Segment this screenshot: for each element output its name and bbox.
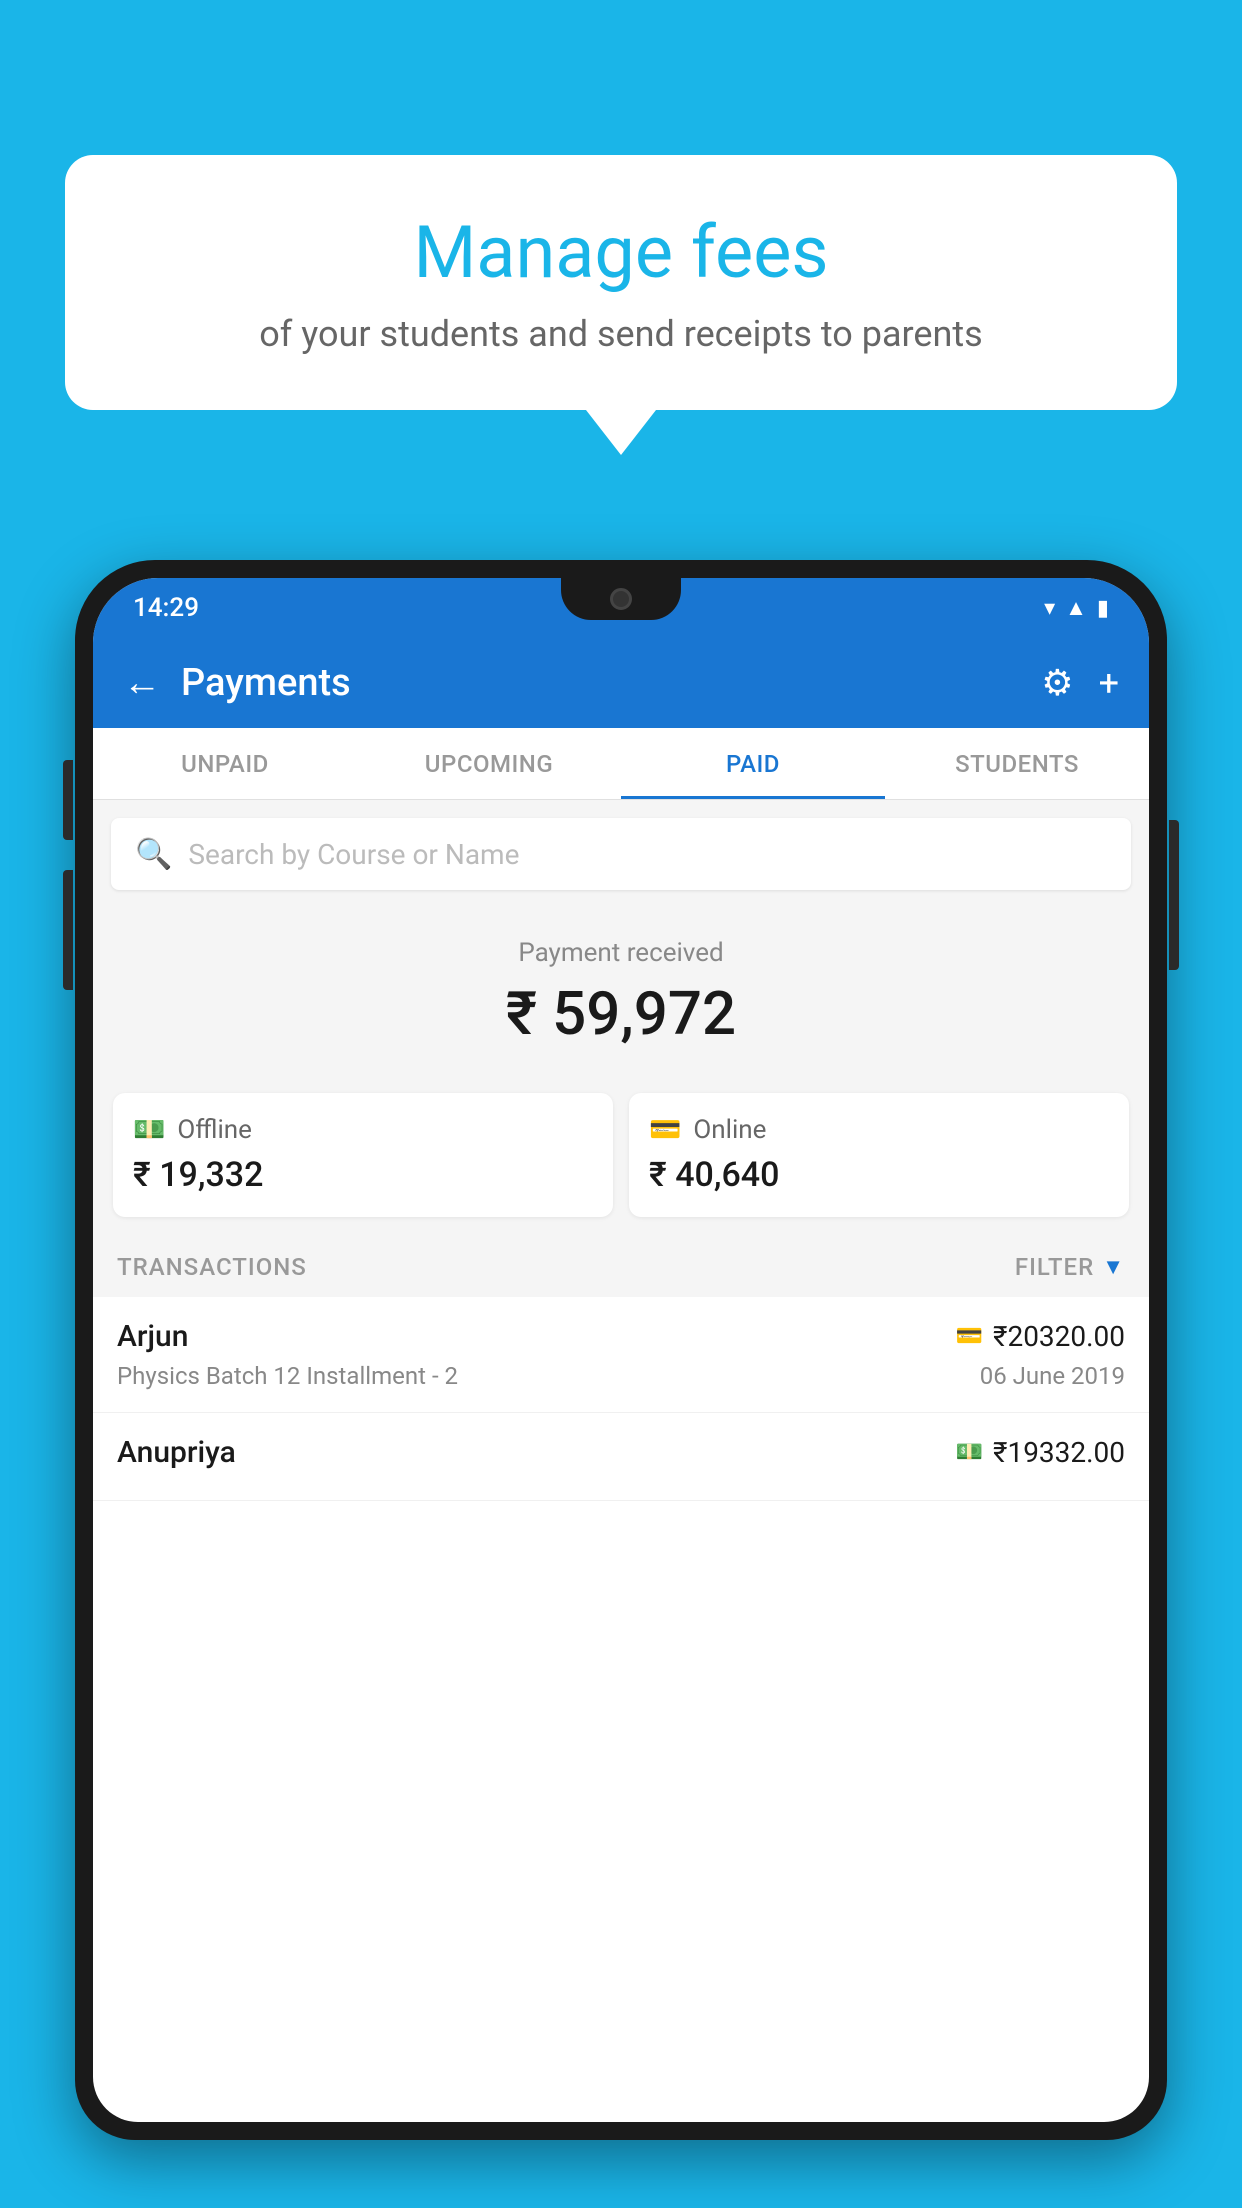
content-area: 🔍 Search by Course or Name Payment recei… — [93, 800, 1149, 1501]
phone-outer: 14:29 ▾ ▲ ▮ ← Payments ⚙ + UNPAID — [75, 560, 1167, 2140]
filter-icon: ▼ — [1102, 1254, 1125, 1280]
transaction-amount-row-1: 💳 ₹20320.00 — [956, 1320, 1125, 1353]
transactions-header: TRANSACTIONS FILTER ▼ — [93, 1237, 1149, 1297]
add-icon[interactable]: + — [1099, 662, 1119, 704]
status-icons: ▾ ▲ ▮ — [1044, 595, 1109, 621]
transaction-item-arjun[interactable]: Arjun 💳 ₹20320.00 Physics Batch 12 Insta… — [93, 1297, 1149, 1413]
nav-icons: ⚙ + — [1041, 662, 1119, 704]
offline-card: 💵 Offline ₹ 19,332 — [113, 1093, 613, 1217]
tab-upcoming[interactable]: UPCOMING — [357, 728, 621, 799]
tab-unpaid[interactable]: UNPAID — [93, 728, 357, 799]
transaction-row1-2: Anupriya 💵 ₹19332.00 — [117, 1435, 1125, 1470]
cash-icon: 💵 — [133, 1115, 165, 1145]
search-bar[interactable]: 🔍 Search by Course or Name — [111, 818, 1131, 890]
payment-type-icon-1: 💳 — [956, 1324, 983, 1349]
online-amount: ₹ 40,640 — [649, 1155, 1109, 1195]
speech-bubble: Manage fees of your students and send re… — [65, 155, 1177, 410]
speech-bubble-title: Manage fees — [125, 210, 1117, 295]
online-card: 💳 Online ₹ 40,640 — [629, 1093, 1129, 1217]
transaction-amount-1: ₹20320.00 — [993, 1320, 1125, 1353]
offline-amount: ₹ 19,332 — [133, 1155, 593, 1195]
offline-card-header: 💵 Offline — [133, 1115, 593, 1145]
transaction-name-1: Arjun — [117, 1319, 188, 1354]
signal-icon: ▲ — [1065, 595, 1087, 621]
transaction-item-anupriya[interactable]: Anupriya 💵 ₹19332.00 — [93, 1413, 1149, 1501]
transaction-row2: Physics Batch 12 Installment - 2 06 June… — [117, 1362, 1125, 1390]
transaction-row1: Arjun 💳 ₹20320.00 — [117, 1319, 1125, 1354]
page-title: Payments — [181, 661, 1041, 705]
phone-side-btn-power — [1169, 820, 1179, 970]
transaction-amount-row-2: 💵 ₹19332.00 — [956, 1436, 1125, 1469]
filter-button[interactable]: FILTER ▼ — [1015, 1253, 1125, 1281]
front-camera — [610, 588, 632, 610]
top-nav: ← Payments ⚙ + — [93, 638, 1149, 728]
payment-total-amount: ₹ 59,972 — [113, 978, 1129, 1049]
transaction-date-1: 06 June 2019 — [980, 1362, 1125, 1390]
speech-bubble-subtitle: of your students and send receipts to pa… — [125, 313, 1117, 355]
payment-received-section: Payment received ₹ 59,972 — [93, 908, 1149, 1093]
phone-wrapper: 14:29 ▾ ▲ ▮ ← Payments ⚙ + UNPAID — [75, 560, 1167, 2208]
speech-bubble-container: Manage fees of your students and send re… — [65, 155, 1177, 455]
phone-screen: 14:29 ▾ ▲ ▮ ← Payments ⚙ + UNPAID — [93, 578, 1149, 2122]
transaction-name-2: Anupriya — [117, 1435, 236, 1470]
wifi-icon: ▾ — [1044, 596, 1055, 621]
transaction-course-1: Physics Batch 12 Installment - 2 — [117, 1362, 458, 1390]
tab-students[interactable]: STUDENTS — [885, 728, 1149, 799]
speech-bubble-arrow — [586, 410, 656, 455]
search-icon: 🔍 — [135, 837, 172, 872]
phone-notch — [561, 578, 681, 620]
transaction-amount-2: ₹19332.00 — [993, 1436, 1125, 1469]
card-icon: 💳 — [649, 1115, 681, 1145]
online-card-header: 💳 Online — [649, 1115, 1109, 1145]
battery-icon: ▮ — [1097, 596, 1109, 621]
phone-side-btn-vol-up — [63, 760, 73, 840]
payment-type-icon-2: 💵 — [956, 1440, 983, 1465]
transactions-label: TRANSACTIONS — [117, 1253, 307, 1281]
phone-side-btn-vol-down — [63, 870, 73, 990]
offline-label: Offline — [177, 1115, 252, 1145]
payment-cards: 💵 Offline ₹ 19,332 💳 Online ₹ 40,640 — [93, 1093, 1149, 1237]
status-time: 14:29 — [133, 593, 199, 623]
tab-paid[interactable]: PAID — [621, 728, 885, 799]
back-button[interactable]: ← — [123, 661, 161, 705]
settings-icon[interactable]: ⚙ — [1041, 662, 1073, 704]
search-input[interactable]: Search by Course or Name — [188, 838, 519, 871]
payment-received-label: Payment received — [113, 938, 1129, 968]
tabs-bar: UNPAID UPCOMING PAID STUDENTS — [93, 728, 1149, 800]
online-label: Online — [693, 1115, 766, 1145]
